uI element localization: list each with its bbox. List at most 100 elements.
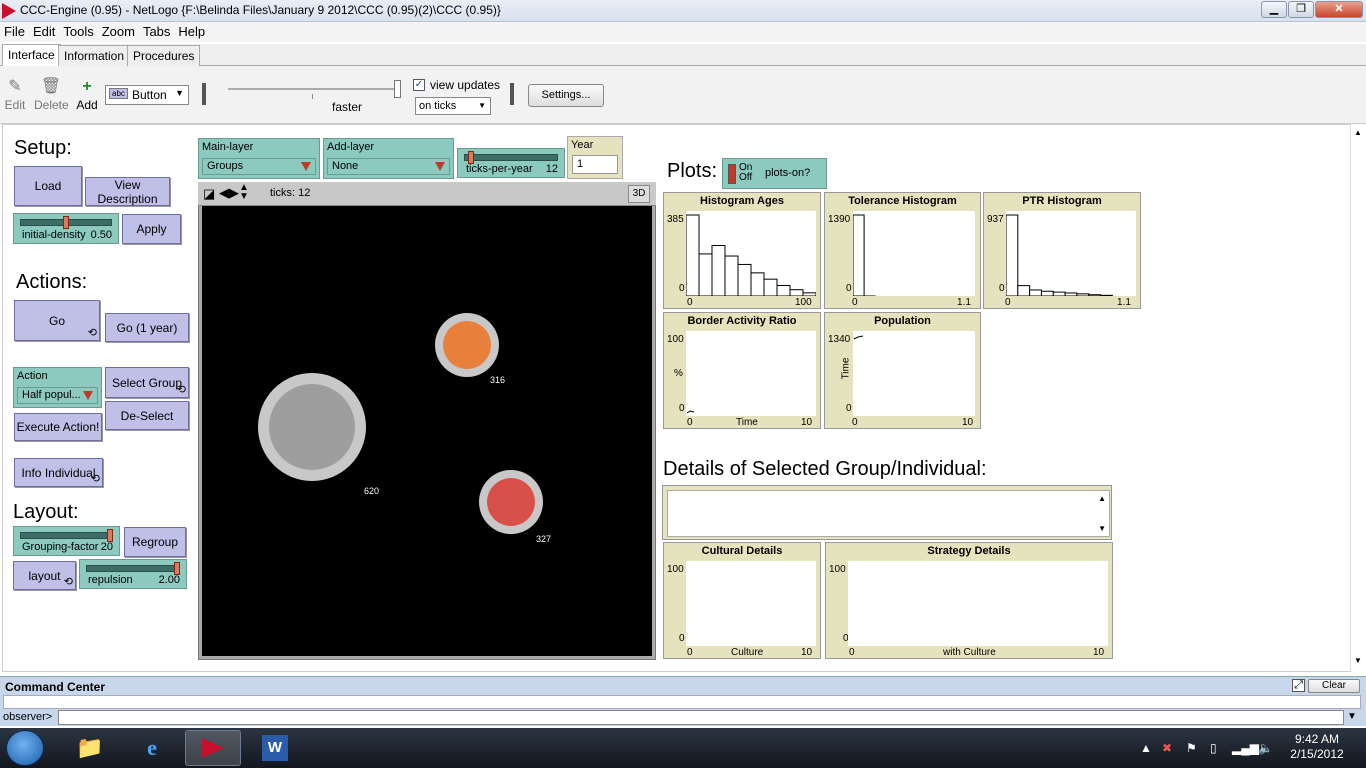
speed-label: faster bbox=[332, 100, 363, 114]
plot-title: Tolerance Histogram bbox=[848, 195, 957, 207]
actions-heading: Actions: bbox=[16, 271, 88, 293]
initial-density-knob[interactable] bbox=[63, 216, 69, 229]
delete-tool[interactable]: 🗑 Delete bbox=[34, 76, 69, 112]
show-hidden-icons-icon[interactable]: ▲ bbox=[1140, 741, 1152, 755]
tab-interface[interactable]: Interface bbox=[2, 44, 61, 67]
action-chooser[interactable]: Action Half popul... bbox=[13, 367, 102, 408]
switch-toggle[interactable] bbox=[728, 164, 736, 184]
file-explorer-icon[interactable]: 📁 bbox=[62, 730, 118, 766]
battery-icon[interactable]: ▯ bbox=[1210, 741, 1217, 755]
initial-density-slider[interactable]: initial-density 0.50 bbox=[13, 213, 119, 244]
apply-button[interactable]: Apply bbox=[122, 214, 181, 244]
action-chooser-value: Half popul... bbox=[22, 389, 81, 401]
settings-button[interactable]: Settings... bbox=[528, 84, 604, 107]
layout-button[interactable]: layout ⟲ bbox=[13, 561, 76, 590]
flag-icon[interactable]: ⚑ bbox=[1186, 741, 1197, 755]
three-d-button[interactable]: 3D bbox=[628, 185, 650, 203]
world-view[interactable]: 316 620 327 bbox=[202, 206, 652, 656]
menu-zoom[interactable]: Zoom bbox=[98, 22, 139, 39]
load-button[interactable]: Load bbox=[14, 166, 82, 206]
menu-file[interactable]: File bbox=[0, 22, 29, 39]
histogram-bar bbox=[1052, 291, 1066, 296]
vertical-arrows-icon[interactable]: ▲ ▼ bbox=[239, 183, 249, 202]
main-layer-chooser[interactable]: Main-layer Groups bbox=[198, 138, 320, 179]
resize-icon[interactable]: ◪ bbox=[203, 186, 215, 202]
network-icon[interactable]: ▂▄▆ bbox=[1232, 741, 1259, 755]
x-min-label: 0 bbox=[687, 647, 693, 658]
vertical-scrollbar[interactable]: ▲ ▼ bbox=[1350, 124, 1364, 672]
widget-type-value: Button bbox=[132, 88, 167, 102]
tab-information[interactable]: Information bbox=[58, 45, 131, 66]
view-updates-checkbox[interactable]: ✓ bbox=[413, 79, 425, 91]
plots-on-switch[interactable]: On Off plots-on? bbox=[722, 158, 827, 189]
y-max-label: 100 bbox=[667, 564, 684, 575]
observer-prompt[interactable]: observer> bbox=[3, 711, 52, 723]
horizontal-arrows-icon[interactable]: ◀▶ bbox=[219, 185, 239, 201]
menu-tabs[interactable]: Tabs bbox=[139, 22, 174, 39]
regroup-button[interactable]: Regroup bbox=[124, 527, 186, 557]
add-layer-select[interactable]: None bbox=[327, 158, 450, 175]
speed-slider-track[interactable] bbox=[228, 88, 400, 90]
add-layer-chooser[interactable]: Add-layer None bbox=[323, 138, 454, 179]
scroll-up-icon[interactable]: ▲ bbox=[1354, 128, 1362, 137]
view-description-button[interactable]: View Description bbox=[85, 177, 170, 206]
action-center-icon[interactable]: ✖ bbox=[1162, 741, 1172, 755]
scroll-down-icon[interactable]: ▼ bbox=[1098, 524, 1106, 533]
details-textarea[interactable]: ▲ ▼ bbox=[667, 490, 1110, 537]
x-max-label: 10 bbox=[801, 417, 813, 428]
ticks-per-year-slider[interactable]: ticks-per-year 12 bbox=[457, 148, 565, 178]
speed-slider-knob[interactable] bbox=[394, 80, 401, 98]
go-button[interactable]: Go ⟲ bbox=[14, 300, 100, 341]
tab-procedures[interactable]: Procedures bbox=[127, 45, 201, 66]
system-clock[interactable]: 9:42 AM 2/15/2012 bbox=[1286, 732, 1348, 762]
go-one-year-button[interactable]: Go (1 year) bbox=[105, 313, 189, 342]
add-tool[interactable]: + Add bbox=[76, 76, 98, 112]
repulsion-slider[interactable]: repulsion 2.00 bbox=[79, 559, 187, 589]
clock-time: 9:42 AM bbox=[1294, 732, 1340, 746]
select-group-button[interactable]: Select Group ⟲ bbox=[105, 367, 189, 398]
group-turtle[interactable] bbox=[479, 470, 543, 534]
menu-edit[interactable]: Edit bbox=[29, 22, 59, 39]
group-turtle[interactable] bbox=[258, 373, 366, 481]
group-core bbox=[443, 321, 491, 369]
close-button[interactable]: ✕ bbox=[1315, 1, 1363, 18]
volume-icon[interactable]: 🔈 bbox=[1258, 741, 1273, 755]
histogram-bar bbox=[789, 289, 804, 296]
command-input[interactable] bbox=[58, 710, 1344, 725]
population-plot: Population 1340 0 Time 0 10 bbox=[824, 312, 981, 429]
grouping-factor-slider[interactable]: Grouping-factor 20 bbox=[13, 526, 120, 556]
y-max-label: 385 bbox=[667, 214, 684, 225]
info-individual-button[interactable]: Info Individual ⟲ bbox=[14, 458, 103, 487]
clear-button[interactable]: Clear bbox=[1308, 679, 1360, 693]
histogram-bar bbox=[724, 255, 739, 296]
action-chooser-select[interactable]: Half popul... bbox=[17, 387, 98, 404]
group-turtle[interactable] bbox=[435, 313, 499, 377]
scroll-up-icon[interactable]: ▲ bbox=[1098, 494, 1106, 503]
year-value: 1 bbox=[572, 155, 618, 174]
widget-type-select[interactable]: abc Button ▼ bbox=[105, 85, 189, 105]
forever-icon: ⟲ bbox=[90, 473, 100, 485]
internet-explorer-icon[interactable]: e bbox=[124, 730, 180, 766]
histogram-bar bbox=[1040, 290, 1054, 296]
expand-icon[interactable]: ⤢ bbox=[1292, 679, 1305, 692]
menu-help[interactable]: Help bbox=[174, 22, 209, 39]
execute-action-button[interactable]: Execute Action! bbox=[14, 413, 102, 441]
clock-date: 2/15/2012 bbox=[1290, 747, 1344, 761]
update-mode-select[interactable]: on ticks ▼ bbox=[415, 97, 491, 115]
deselect-button[interactable]: De-Select bbox=[105, 401, 189, 430]
scroll-down-icon[interactable]: ▼ bbox=[1354, 656, 1362, 665]
word-icon[interactable]: W bbox=[247, 730, 303, 766]
group-core bbox=[269, 384, 355, 470]
y-max-label: 100 bbox=[667, 334, 684, 345]
minimize-button[interactable]: ▁ bbox=[1261, 1, 1287, 18]
start-button[interactable] bbox=[6, 730, 44, 766]
netlogo-taskbar-icon[interactable] bbox=[185, 730, 241, 766]
chevron-down-icon[interactable]: ▼ bbox=[1347, 711, 1357, 722]
maximize-button[interactable]: ❐ bbox=[1288, 1, 1314, 18]
histogram-bar bbox=[853, 214, 865, 296]
main-layer-select[interactable]: Groups bbox=[202, 158, 316, 175]
menu-tools[interactable]: Tools bbox=[59, 22, 97, 39]
chevron-down-icon bbox=[83, 391, 93, 400]
ticks-per-year-label: ticks-per-year bbox=[466, 163, 533, 175]
edit-tool[interactable]: ✎ Edit bbox=[4, 76, 26, 112]
